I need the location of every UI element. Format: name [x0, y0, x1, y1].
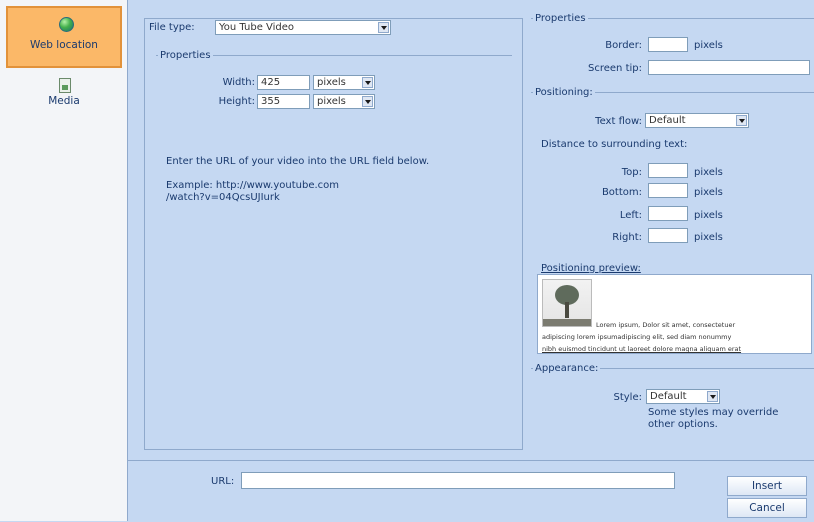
- screen-tip-label: Screen tip:: [588, 63, 642, 74]
- height-label: Height:: [218, 96, 255, 107]
- sidebar-item-label: Media: [48, 95, 80, 107]
- text-flow-value: Default: [649, 115, 686, 126]
- bottom-label: Bottom:: [601, 187, 642, 198]
- right-unit: pixels: [694, 232, 723, 243]
- chevron-down-icon[interactable]: [707, 391, 718, 402]
- distance-label: Distance to surrounding text:: [541, 139, 688, 150]
- top-input[interactable]: [648, 163, 688, 178]
- appearance-group: Appearance:: [531, 363, 814, 383]
- url-input[interactable]: [241, 472, 675, 489]
- chevron-down-icon[interactable]: [378, 22, 389, 33]
- top-unit: pixels: [694, 167, 723, 178]
- media-icon: [59, 78, 71, 93]
- right-label: Right:: [612, 232, 642, 243]
- positioning-legend: Positioning:: [535, 87, 593, 98]
- style-note-line-1: Some styles may override: [648, 407, 779, 418]
- right-input[interactable]: [648, 228, 688, 243]
- url-bar: [128, 460, 814, 522]
- preview-text-line-3: nibh euismod tincidunt ut laoreet dolore…: [542, 345, 742, 353]
- text-flow-label: Text flow:: [595, 116, 642, 127]
- style-select[interactable]: Default: [646, 389, 720, 404]
- chevron-down-icon[interactable]: [736, 115, 747, 126]
- example-line-1: Example: http://www.youtube.com: [166, 180, 340, 191]
- positioning-preview: Lorem ipsum, Dolor sit amet, consectetue…: [537, 274, 812, 354]
- left-unit: pixels: [694, 210, 723, 221]
- border-unit: pixels: [694, 40, 723, 51]
- cancel-button[interactable]: Cancel: [727, 498, 807, 518]
- text-flow-select[interactable]: Default: [645, 113, 749, 128]
- left-label: Left:: [619, 210, 642, 221]
- bottom-input[interactable]: [648, 183, 688, 198]
- right-properties-legend: Properties: [535, 13, 586, 24]
- positioning-group: Positioning:: [531, 87, 814, 107]
- top-label: Top:: [621, 167, 642, 178]
- chevron-down-icon[interactable]: [362, 96, 373, 107]
- instruction-text: Enter the URL of your video into the URL…: [166, 156, 430, 167]
- bottom-unit: pixels: [694, 187, 723, 198]
- left-input[interactable]: [648, 206, 688, 221]
- width-label: Width:: [222, 77, 255, 88]
- border-label: Border:: [605, 40, 642, 51]
- properties-legend: Properties: [160, 50, 211, 61]
- sidebar-item-label: Web location: [30, 39, 98, 51]
- border-input[interactable]: [648, 37, 688, 52]
- preview-text-line-1: Lorem ipsum, Dolor sit amet, consectetue…: [596, 321, 736, 329]
- preview-image: [542, 279, 592, 327]
- globe-icon: [59, 17, 74, 32]
- width-unit-select[interactable]: pixels: [313, 75, 375, 90]
- example-line-2: /watch?v=04QcsUJIurk: [166, 192, 280, 203]
- file-type-select[interactable]: You Tube Video: [215, 20, 391, 35]
- url-label: URL:: [211, 476, 235, 487]
- height-input[interactable]: 355: [257, 94, 310, 109]
- screen-tip-input[interactable]: [648, 60, 810, 75]
- preview-text-line-2: adipiscing lorem ipsumadipiscing elit, s…: [542, 333, 732, 341]
- height-unit-value: pixels: [317, 96, 346, 107]
- file-type-label: File type:: [149, 22, 195, 33]
- style-note-line-2: other options.: [648, 419, 718, 430]
- width-input[interactable]: 425: [257, 75, 310, 90]
- style-value: Default: [650, 391, 687, 402]
- preview-label: Positioning preview:: [541, 263, 641, 274]
- chevron-down-icon[interactable]: [362, 77, 373, 88]
- appearance-legend: Appearance:: [535, 363, 599, 374]
- height-unit-select[interactable]: pixels: [313, 94, 375, 109]
- sidebar-item-media[interactable]: Media: [6, 76, 122, 116]
- sidebar-item-web-location[interactable]: Web location: [6, 6, 122, 68]
- sidebar: Web location Media: [0, 0, 128, 521]
- style-label: Style:: [613, 392, 643, 403]
- width-unit-value: pixels: [317, 77, 346, 88]
- insert-button[interactable]: Insert: [727, 476, 807, 496]
- file-type-value: You Tube Video: [219, 22, 295, 33]
